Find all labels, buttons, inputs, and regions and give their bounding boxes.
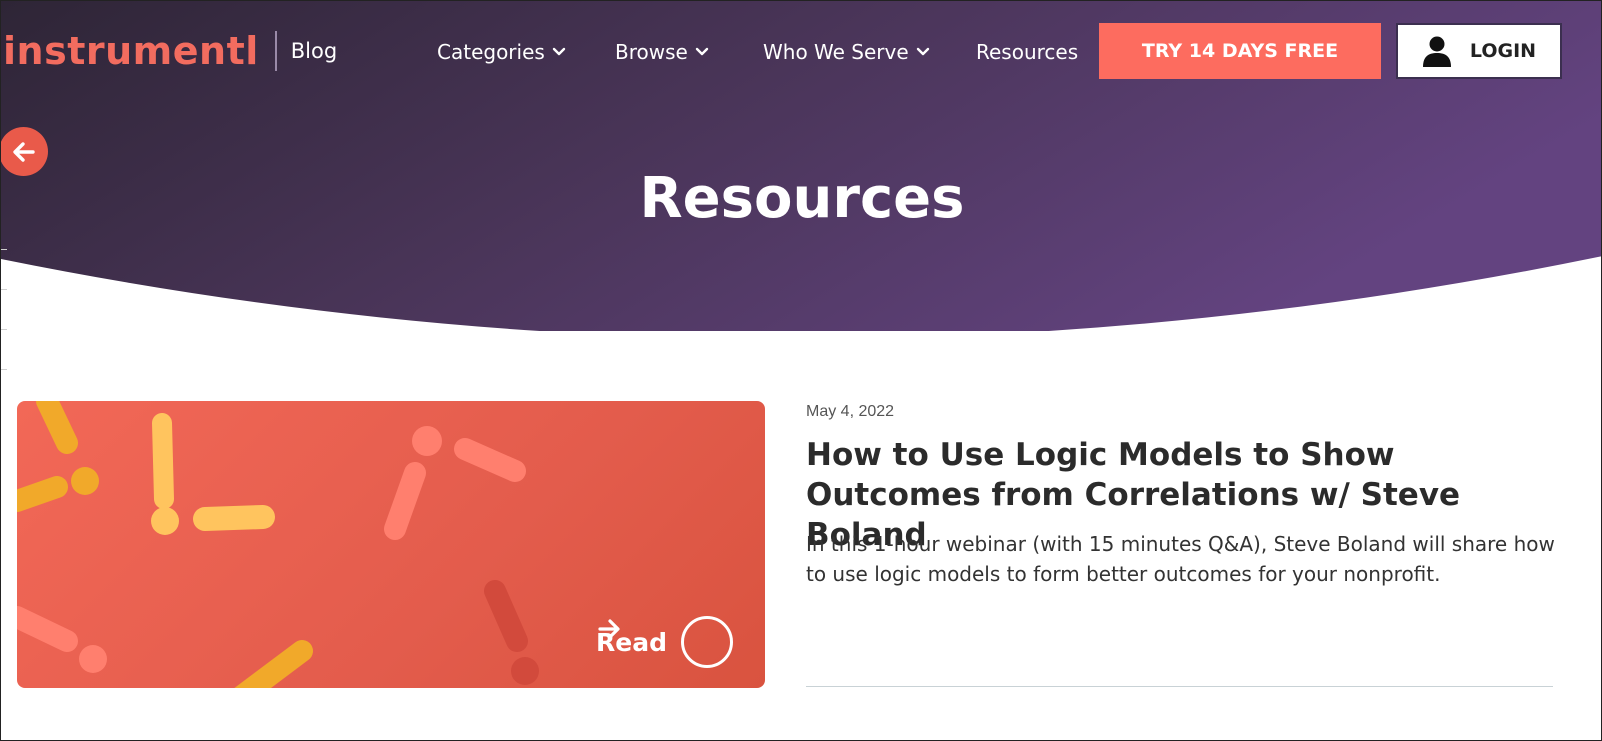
try-free-button[interactable]: TRY 14 DAYS FREE	[1099, 23, 1381, 79]
left-edge-widget	[1, 201, 7, 411]
arrow-right-circle-icon	[598, 616, 733, 668]
post-date: May 4, 2022	[806, 403, 895, 420]
post-excerpt: In this 1-hour webinar (with 15 minutes …	[806, 532, 1555, 586]
nav-label: Browse	[615, 40, 688, 64]
divider	[806, 686, 1553, 687]
login-button[interactable]: LOGIN	[1396, 23, 1562, 79]
chevron-down-icon	[552, 47, 566, 56]
page: instrumentl Blog Categories Browse Who W…	[0, 0, 1602, 741]
nav-resources[interactable]: Resources	[976, 33, 1078, 71]
nav-browse[interactable]: Browse	[615, 33, 709, 71]
nav-label: Categories	[437, 40, 545, 64]
chevron-down-icon	[916, 47, 929, 56]
user-icon	[1422, 36, 1451, 67]
nav-categories[interactable]: Categories	[437, 33, 566, 71]
nav-label: Who We Serve	[763, 40, 909, 64]
nav-who-we-serve[interactable]: Who We Serve	[763, 33, 930, 71]
login-label: LOGIN	[1469, 40, 1537, 62]
chevron-down-icon	[695, 47, 709, 56]
post-thumbnail[interactable]: Read	[17, 401, 765, 688]
page-title: Resources	[639, 166, 965, 231]
nav-label: Resources	[976, 40, 1079, 64]
read-link[interactable]: Read	[596, 616, 733, 668]
